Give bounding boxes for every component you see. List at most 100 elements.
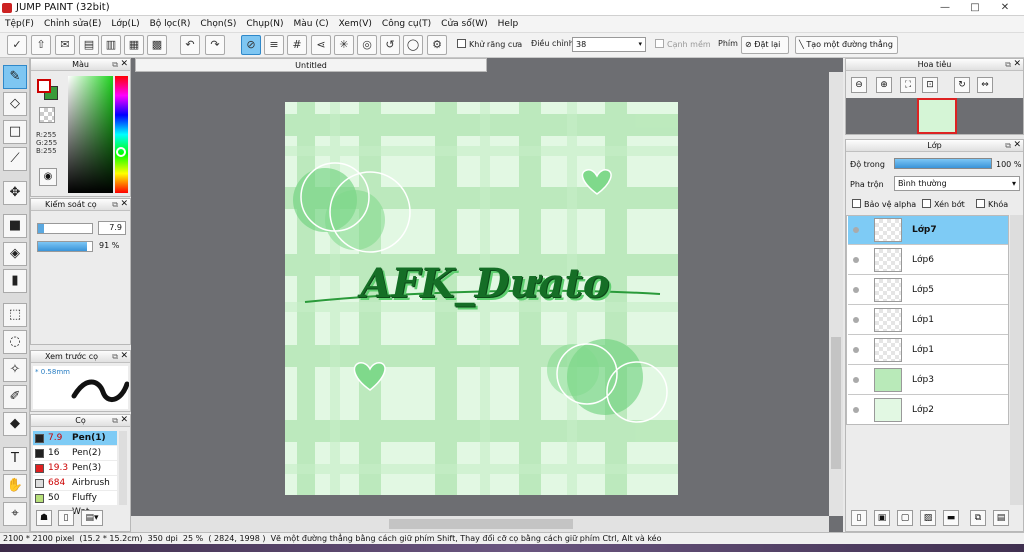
new-1bit-layer-icon[interactable]: ▨ [920,510,936,526]
grid-snap-icon[interactable]: # [287,35,307,55]
menu-file[interactable]: Tệp(F) [0,16,39,33]
add-brush-icon[interactable]: ☗ [36,510,52,526]
select-eraser-tool-icon[interactable]: ◆ [3,412,27,436]
close-icon[interactable]: ✕ [1013,140,1021,151]
layer-row[interactable]: Lớp3 [848,366,1008,395]
text-tool-icon[interactable]: T [3,447,27,471]
layers-scrollbar[interactable] [1010,215,1023,505]
close-icon[interactable]: ✕ [120,415,128,426]
move-tool-icon[interactable]: ✥ [3,181,27,205]
radial-lines-icon[interactable]: ✳ [334,35,354,55]
menu-color[interactable]: Màu (C) [289,16,334,33]
document-tab[interactable]: Untitled [135,58,487,72]
document-canvas[interactable]: AFK_Dưato [285,102,678,495]
new-halftone-layer-icon[interactable]: ▣ [874,510,890,526]
color-square[interactable] [68,76,113,193]
menu-layer[interactable]: Lớp(L) [106,16,144,33]
grid-icon[interactable]: ▩ [147,35,167,55]
layer-row[interactable]: Lớp2 [848,396,1008,424]
cloud-icon[interactable]: ✓ [7,35,27,55]
lock-checkbox[interactable] [976,199,985,208]
close-icon[interactable]: ✕ [1013,59,1021,70]
foreground-color-swatch[interactable] [37,79,51,93]
maximize-button[interactable]: □ [960,0,990,16]
clip-toggle[interactable]: Xén bớt [922,199,965,209]
duplicate-layer-icon[interactable]: ⧉ [970,510,986,526]
menu-filter[interactable]: Bộ lọc(R) [145,16,196,33]
snap-off-icon[interactable]: ⊘ [241,35,261,55]
new-folder-icon[interactable]: ▬ [943,510,959,526]
smooth-edge-checkbox[interactable] [655,39,664,48]
comic-icon[interactable]: ▤ [79,35,99,55]
hue-handle[interactable] [116,147,126,157]
visibility-icon[interactable] [853,257,859,263]
visibility-icon[interactable] [853,407,859,413]
curve-snap-icon[interactable]: ↺ [380,35,400,55]
menu-snap[interactable]: Chụp(N) [241,16,288,33]
adjust-select[interactable]: 38 ▾ [572,37,646,52]
close-icon[interactable]: ✕ [120,351,128,362]
brush-item[interactable]: 7.9 Pen(1) [33,431,117,445]
layer-row[interactable]: Lớp1 [848,306,1008,335]
layer-row[interactable]: Lớp7 [848,216,1008,245]
visibility-icon[interactable] [853,317,859,323]
straight-line-button[interactable]: ╲ Tạo một đường thẳng [795,36,898,54]
layer-menu-icon[interactable]: ▤ [993,510,1009,526]
rect-select-tool-icon[interactable]: ⬚ [3,303,27,327]
close-window-button[interactable]: ✕ [990,0,1020,16]
menu-tools[interactable]: Công cụ(T) [377,16,436,33]
layer-opacity-slider[interactable] [894,158,992,169]
clip-checkbox[interactable] [922,199,931,208]
brush-item[interactable]: 50Fluffy Wat [33,491,117,517]
menu-edit[interactable]: Chỉnh sửa(E) [39,16,106,33]
line-tool-icon[interactable]: ⟋ [3,147,27,171]
parallel-snap-icon[interactable]: ≡ [264,35,284,55]
layer-row[interactable]: Lớp1 [848,336,1008,365]
redo-icon[interactable]: ↷ [205,35,225,55]
hand-tool-icon[interactable]: ✋ [3,474,27,498]
menu-help[interactable]: Help [493,16,524,33]
flip-icon[interactable]: ⇔ [977,77,993,93]
undo-icon[interactable]: ↶ [180,35,200,55]
undock-icon[interactable]: ⧉ [1005,140,1011,151]
antialias-checkbox[interactable] [457,39,466,48]
brush-item[interactable]: 16 Pen(2) [33,446,117,460]
undock-icon[interactable]: ⧉ [1005,59,1011,70]
brush-item[interactable]: 19.3 Pen(3) [33,461,117,475]
select-pen-tool-icon[interactable]: ✐ [3,385,27,409]
menu-select[interactable]: Chọn(S) [195,16,241,33]
new-layer-icon[interactable]: ▯ [851,510,867,526]
close-icon[interactable]: ✕ [120,59,128,70]
reset-button[interactable]: ⊘ Đặt lại [741,36,789,54]
lock-toggle[interactable]: Khóa [976,199,1008,209]
zoom-out-icon[interactable]: ⊖ [851,77,867,93]
visibility-icon[interactable] [853,227,859,233]
brush-menu-icon[interactable]: ▤▾ [81,510,103,526]
fit-screen-icon[interactable]: ⛶ [900,77,916,93]
brush-size-field[interactable]: 7.9 [98,221,126,235]
brush-item[interactable]: 684 Airbrush [33,476,117,490]
eyedropper-tool-icon[interactable]: ⌖ [3,502,27,526]
bucket-tool-icon[interactable]: ◈ [3,242,27,266]
hue-slider[interactable] [115,76,128,193]
minimize-button[interactable]: — [930,0,960,16]
visibility-icon[interactable] [853,347,859,353]
magic-wand-tool-icon[interactable]: ✧ [3,358,27,382]
menu-view[interactable]: Xem(V) [334,16,377,33]
layer-row[interactable]: Lớp5 [848,276,1008,305]
visibility-icon[interactable] [853,377,859,383]
new-8bit-layer-icon[interactable]: ▢ [897,510,913,526]
eraser-tool-icon[interactable]: ◇ [3,92,27,116]
brush-opacity-slider[interactable] [37,241,93,252]
shape-tool-icon[interactable]: □ [3,120,27,144]
concentric-snap-icon[interactable]: ◎ [357,35,377,55]
transparent-color-swatch[interactable] [39,107,55,123]
antialias-toggle[interactable]: Khử răng cưa [457,39,522,49]
horizontal-scrollbar[interactable] [131,516,829,532]
vertical-scrollbar[interactable] [829,72,843,516]
brush-tool-icon[interactable]: ✎ [3,65,27,89]
radial-snap-icon[interactable]: ⋖ [311,35,331,55]
rotate-icon[interactable]: ↻ [954,77,970,93]
page-icon[interactable]: ▥ [101,35,121,55]
brushes-scrollbar[interactable] [119,431,127,505]
